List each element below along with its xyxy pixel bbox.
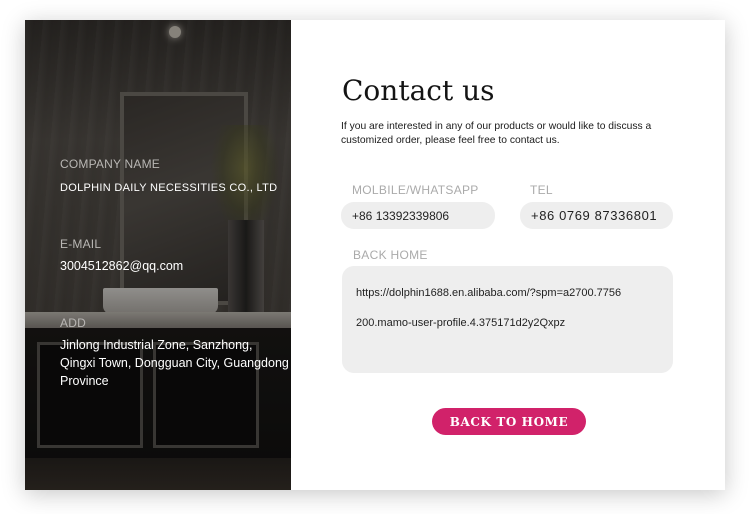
bathroom-photo-panel: COMPANY NAME DOLPHIN DAILY NECESSITIES C… [25,20,291,490]
phone-label: MOLBILE/WHATSAPP [352,183,479,197]
company-label: COMPANY NAME [60,157,160,171]
url-line-1: https://dolphin1688.en.alibaba.com/?spm=… [356,287,622,299]
url-line-2: 200.mamo-user-profile.4.375171d2y2Qxpz [356,317,566,329]
phone-field[interactable]: +86 13392339806 [341,202,495,229]
tel-label: TEL [530,183,553,197]
company-name: DOLPHIN DAILY NECESSITIES CO., LTD [60,182,278,194]
page-title: Contact us [342,74,495,107]
tel-field[interactable]: +86 0769 87336801 [520,202,673,229]
address-block: ADD Jinlong Industrial Zone, Sanzhong, Q… [60,316,290,390]
back-home-label: BACK HOME [353,248,428,262]
email-block: E-MAIL 3004512862@qq.com [60,237,183,275]
intro-text: If you are interested in any of our prod… [341,121,652,146]
address-label: ADD [60,316,86,330]
address-text: Jinlong Industrial Zone, Sanzhong, Qingx… [60,338,289,388]
back-to-home-button[interactable]: BACK TO HOME [432,408,586,435]
contact-card: COMPANY NAME DOLPHIN DAILY NECESSITIES C… [25,20,725,490]
company-block: COMPANY NAME DOLPHIN DAILY NECESSITIES C… [60,157,277,197]
back-home-url-field[interactable]: https://dolphin1688.en.alibaba.com/?spm=… [342,266,673,373]
contact-form-panel: Contact us If you are interested in any … [291,20,725,490]
email-label: E-MAIL [60,237,102,251]
email-address: 3004512862@qq.com [60,259,184,273]
